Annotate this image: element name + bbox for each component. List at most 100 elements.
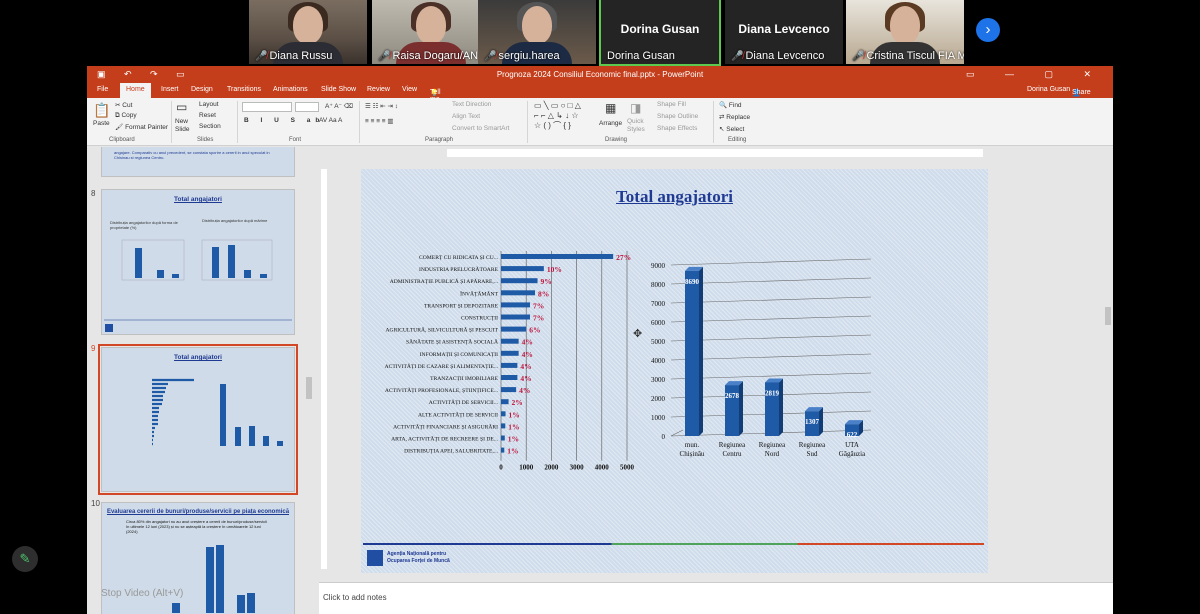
cut-button[interactable]: ✂ Cut [115, 101, 132, 109]
select-button[interactable]: ↖ Select [719, 125, 744, 133]
category-label: Găgăuzia [839, 450, 866, 458]
font-size-input[interactable] [295, 102, 319, 112]
category-label: Chișinău [680, 450, 705, 458]
replace-label: Replace [726, 114, 751, 121]
tab-review[interactable]: Review [367, 86, 390, 93]
category-label: ADMINISTRAȚIE PUBLICĂ ȘI APĂRARE,... [390, 277, 499, 285]
quick-styles-button[interactable]: Quick Styles [627, 118, 649, 134]
participant-name: sergiu.harea [498, 50, 560, 62]
ribbon-separator [359, 101, 360, 143]
slide-thumbnail-7[interactable]: angajare. Comparativ cu anul precedent, … [101, 147, 295, 177]
scrollbar-thumb[interactable] [1105, 307, 1111, 325]
format-painter-button[interactable]: 🖌 Format Painter [115, 123, 168, 131]
y-tick-label: 3000 [651, 376, 666, 384]
group-label-font: Font [289, 137, 302, 143]
paste-button[interactable]: Paste [93, 120, 110, 127]
annotate-pen-button[interactable]: ✎ [12, 546, 38, 572]
slide-number: 10 [91, 499, 100, 508]
charts-canvas: 0 1000 2000 3000 4000 5000 COMERȚ CU RIDICATA … [385, 251, 872, 472]
slide-thumbnail-8[interactable]: Total angajatori Distribuția angajatoril… [101, 189, 295, 335]
new-slide-button[interactable]: New Slide [175, 118, 195, 134]
category-label: COMERȚ CU RIDICATA ȘI CU... [419, 255, 499, 261]
list-buttons[interactable]: ☰ ☷ ⇤ ⇥ ↕ [365, 102, 398, 110]
notes-pane[interactable]: Click to add notes [319, 582, 1113, 614]
bar [501, 411, 506, 417]
y-tick-label: 0 [662, 433, 666, 441]
y-tick-label: 1000 [651, 414, 666, 422]
ribbon-separator [237, 101, 238, 143]
category-label: mun. [685, 441, 699, 449]
convert-smartart-button[interactable]: Convert to SmartArt [452, 125, 509, 132]
slide-thumbnail-9[interactable]: Total angajatori [98, 344, 298, 495]
find-button[interactable]: 🔍 Find [719, 101, 742, 109]
scissors-icon: ✂ [115, 102, 121, 109]
category-label: Regiunea [799, 441, 826, 449]
font-format-buttons[interactable]: B I U S ab [244, 117, 324, 124]
current-slide[interactable]: Total angajatori 0 1000 2000 3000 4000 5000 CO… [361, 169, 988, 573]
shape-fill-button[interactable]: Shape Fill [657, 101, 686, 108]
x-tick-label: 1000 [519, 464, 534, 472]
y-tick-label: 4000 [651, 357, 666, 365]
shape-outline-button[interactable]: Shape Outline [657, 113, 698, 120]
shape-effects-button[interactable]: Shape Effects [657, 125, 697, 132]
slide-scrollbar[interactable] [1104, 147, 1112, 582]
shapes-gallery[interactable]: ▭ ╲ ▭ ○ □ △ ⌐ ⌐ △ ↳ ↓ ☆ ☆ ( ) ⌒ { } [534, 101, 581, 131]
copy-icon: ⧉ [115, 112, 120, 119]
participant-tile-active[interactable]: Dorina Gusan Dorina Gusan [599, 0, 721, 66]
window-controls[interactable]: ▭ — ▢ ✕ [966, 69, 1105, 80]
layout-button[interactable]: Layout [199, 101, 219, 108]
data-label: 1% [509, 410, 520, 419]
bar [501, 387, 517, 393]
tab-design[interactable]: Design [191, 86, 213, 93]
new-slide-icon: ▭ [176, 100, 188, 114]
mic-muted-icon: 🎤̸ [255, 51, 268, 62]
participant-tile[interactable]: 🎤̸ Diana Russu [249, 0, 367, 64]
tab-transitions[interactable]: Transitions [227, 86, 261, 93]
group-label-paragraph: Paragraph [425, 137, 454, 143]
category-label: ACTIVITĂȚI PROFESIONALE, ȘTIINȚIFICE... [385, 386, 499, 394]
tab-view[interactable]: View [402, 86, 417, 93]
scrollbar-thumb[interactable] [306, 377, 312, 399]
category-label: Regiunea [719, 441, 746, 449]
share-label: Share [1072, 89, 1091, 96]
data-label: 1% [508, 422, 519, 431]
next-participants-button[interactable]: › [976, 18, 1000, 42]
thumbnails-scrollbar[interactable] [305, 147, 313, 614]
text-direction-button[interactable]: Text Direction [452, 101, 491, 108]
ribbon: 📋 Paste ✂ Cut ⧉ Copy 🖌 Format Painter Cl… [87, 98, 1113, 146]
chevron-right-icon: › [985, 21, 991, 38]
participant-tile[interactable]: Diana Levcenco 🎤̸ Diana Levcenco [725, 0, 843, 64]
reset-button[interactable]: Reset [199, 112, 216, 119]
participant-tile[interactable]: 🎤̸Cristina Tiscul FIA MO... [846, 0, 964, 64]
align-buttons[interactable]: ≡ ≡ ≡ ≡ ▥ [365, 117, 394, 125]
tab-insert[interactable]: Insert [161, 86, 179, 93]
participant-tile[interactable]: 🎤̸Raisa Dogaru/ANOF... [372, 0, 490, 64]
arrange-icon: ▦ [605, 101, 617, 115]
font-name-input[interactable] [242, 102, 292, 112]
section-button[interactable]: Section [199, 123, 221, 130]
tab-home[interactable]: Home [120, 83, 151, 98]
data-label: 8% [538, 289, 549, 298]
data-label: 1% [508, 435, 519, 444]
participant-tile[interactable]: 🎤̸ sergiu.harea [478, 0, 596, 64]
arrange-button[interactable]: Arrange [599, 120, 622, 127]
data-label: 4% [520, 374, 531, 383]
bar [501, 423, 506, 429]
replace-button[interactable]: ⇄ Replace [719, 113, 750, 121]
stop-video-label[interactable]: Stop Video (Alt+V) [101, 588, 183, 599]
category-label: TRANZACȚII IMOBILIARE [430, 376, 498, 382]
tab-file[interactable]: File [97, 86, 108, 93]
font-color-buttons[interactable]: AV Aa A [319, 117, 342, 124]
category-label: Centru [722, 450, 742, 458]
font-size-buttons[interactable]: A⁺ A⁻ ⌫ [325, 102, 353, 110]
tab-animations[interactable]: Animations [273, 86, 308, 93]
ribbon-tabs: File Home Insert Design Transitions Anim… [87, 83, 1113, 138]
copy-button[interactable]: ⧉ Copy [115, 112, 137, 120]
align-text-button[interactable]: Align Text [452, 113, 480, 120]
thumb-charts [152, 378, 283, 446]
select-label: Select [726, 126, 745, 133]
tab-slide-show[interactable]: Slide Show [321, 86, 356, 93]
mic-muted-icon: 🎤̸ [378, 51, 391, 62]
data-label: 9% [541, 277, 552, 286]
bar [501, 338, 519, 344]
